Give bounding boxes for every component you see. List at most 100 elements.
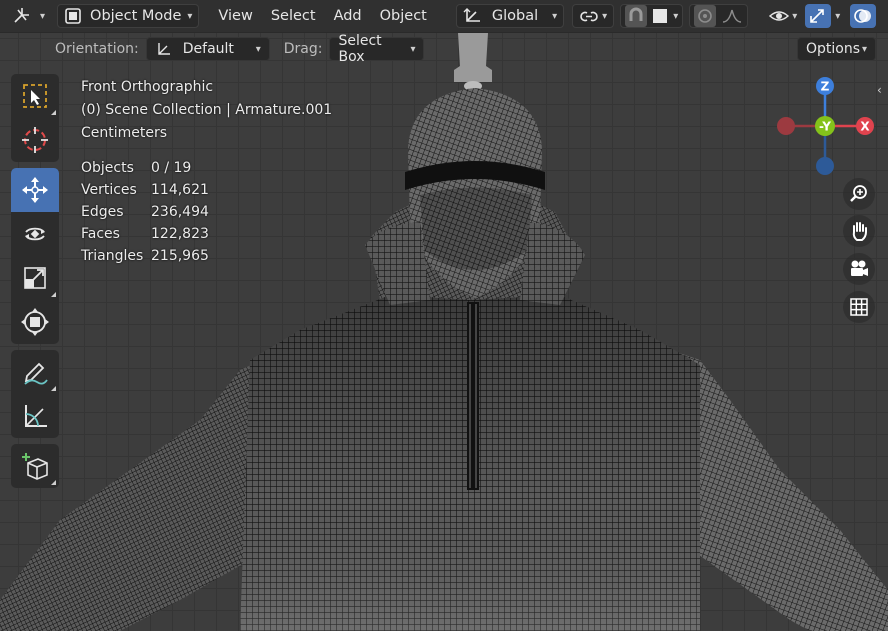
- transform-orientation-dropdown[interactable]: Global ▾: [455, 4, 565, 28]
- annotate-icon: [24, 362, 48, 385]
- orientation-dropdown-value: Default: [182, 41, 234, 57]
- zoom-button[interactable]: [843, 178, 875, 210]
- drag-dropdown[interactable]: Select Box ▾: [329, 33, 425, 65]
- stat-value: 114,621: [151, 182, 209, 198]
- gizmo-toggle[interactable]: [805, 4, 832, 28]
- stat-value: 236,494: [151, 204, 209, 220]
- stat-key: Faces: [81, 226, 120, 242]
- menu-view[interactable]: View: [209, 4, 261, 28]
- overlays-icon: [854, 9, 872, 23]
- stat-value: 0 / 19: [151, 160, 192, 176]
- measure-icon: [25, 405, 47, 427]
- tool-move[interactable]: [11, 168, 59, 212]
- menu-add[interactable]: Add: [325, 4, 371, 28]
- gizmo-y-label: -Y: [819, 120, 831, 134]
- chevron-down-icon: ▾: [255, 43, 261, 55]
- pan-button[interactable]: [843, 215, 875, 247]
- hand-icon: [852, 222, 867, 241]
- tool-rotate[interactable]: [11, 212, 59, 256]
- viewport-info: Front Orthographic (0) Scene Collection …: [81, 76, 332, 145]
- mode-dropdown[interactable]: Object Mode ▾: [57, 4, 200, 28]
- mode-label: Object Mode: [90, 8, 182, 24]
- gizmo-dropdown[interactable]: ▾: [831, 4, 844, 28]
- stat-key: Edges: [81, 204, 124, 220]
- menu-object[interactable]: Object: [371, 4, 436, 28]
- menu-select[interactable]: Select: [262, 4, 325, 28]
- scale-icon: [24, 267, 46, 289]
- tool-select-box[interactable]: [11, 74, 59, 118]
- stat-key: Triangles: [81, 248, 144, 264]
- stat-key: Objects: [81, 160, 134, 176]
- transform-icon: [21, 308, 49, 336]
- stat-value: 122,823: [151, 226, 209, 242]
- stat-row: Vertices 114,621: [81, 179, 209, 201]
- snap-magnet-icon[interactable]: [625, 5, 648, 27]
- object-mode-icon: [65, 8, 81, 24]
- scene-statistics: Objects 0 / 19 Vertices 114,621 Edges 236,4…: [81, 157, 209, 267]
- select-box-icon: [23, 84, 47, 108]
- stat-row: Faces 122,823: [81, 223, 209, 245]
- camera-icon: [851, 260, 868, 276]
- visibility-dropdown[interactable]: ▾: [762, 4, 803, 28]
- add-cube-icon: [22, 453, 48, 480]
- drag-label: Drag:: [283, 41, 323, 57]
- overlays-toggle[interactable]: [850, 4, 877, 28]
- tool-scale[interactable]: [11, 256, 59, 300]
- drag-dropdown-value: Select Box: [338, 33, 382, 65]
- tool-add-cube[interactable]: [11, 444, 59, 488]
- falloff-curve-icon[interactable]: [721, 7, 743, 25]
- view-name: Front Orthographic: [81, 79, 214, 95]
- chevron-down-icon: ▾: [552, 10, 558, 22]
- chevron-down-icon: ▾: [602, 10, 608, 22]
- tool-settings-bar: Orientation: Default ▾ Drag: Select Box …: [0, 33, 888, 65]
- stat-row: Objects 0 / 19: [81, 157, 209, 179]
- sidebar-toggle-icon[interactable]: ‹: [877, 83, 882, 97]
- orientation-value: Global: [491, 8, 539, 24]
- tool-cursor[interactable]: [11, 118, 59, 162]
- chevron-down-icon: ▾: [40, 10, 46, 22]
- orientation-icon: [463, 8, 480, 22]
- gizmo-z-label: Z: [821, 80, 830, 94]
- collection-info: (0) Scene Collection | Armature.001: [81, 102, 333, 118]
- orientation-dropdown[interactable]: Default ▾: [145, 37, 270, 61]
- pivot-point-dropdown[interactable]: ▾: [572, 4, 615, 28]
- tool-measure[interactable]: [11, 394, 59, 438]
- editor-type-button[interactable]: ▾: [6, 4, 51, 28]
- cursor-icon: [22, 127, 48, 153]
- options-label: Options: [806, 41, 861, 57]
- chevron-down-icon: ▾: [410, 43, 416, 55]
- chevron-down-icon: ▾: [792, 10, 798, 22]
- rotate-icon: [25, 227, 45, 241]
- viewport-header: ▾ Object Mode ▾ View Select Add Object G…: [0, 0, 888, 33]
- proportional-edit-icon[interactable]: [694, 5, 717, 27]
- snap-group[interactable]: ▾: [620, 4, 684, 28]
- stat-key: Vertices: [81, 182, 137, 198]
- zoom-icon: [850, 185, 867, 202]
- chevron-down-icon: ▾: [187, 10, 193, 22]
- options-dropdown[interactable]: Options ▾: [797, 37, 876, 61]
- stat-row: Edges 236,494: [81, 201, 209, 223]
- stat-row: Triangles 215,965: [81, 245, 209, 267]
- perspective-toggle-button[interactable]: [843, 291, 875, 323]
- link-icon: [580, 11, 598, 22]
- navigation-gizmo[interactable]: Z X -Y: [770, 74, 880, 178]
- camera-view-button[interactable]: [843, 253, 875, 285]
- eye-icon: [769, 11, 790, 21]
- gizmo-icon: [810, 9, 825, 23]
- chevron-down-icon: ▾: [861, 43, 867, 55]
- gizmo-neg-z[interactable]: [816, 157, 834, 175]
- stat-value: 215,965: [151, 248, 209, 264]
- 3d-viewport[interactable]: ▾ Object Mode ▾ View Select Add Object G…: [0, 0, 888, 631]
- gizmo-x-label: X: [860, 120, 870, 134]
- more-tools-indicator: [51, 480, 56, 485]
- toolbar: [11, 74, 59, 494]
- grid-icon: [850, 298, 868, 316]
- more-tools-indicator: [51, 386, 56, 391]
- tool-annotate[interactable]: [11, 350, 59, 394]
- axis-gizmo-icon: [14, 8, 29, 23]
- gizmo-neg-x[interactable]: [777, 117, 795, 135]
- snap-element-icon[interactable]: [653, 9, 668, 23]
- chevron-down-icon: ▾: [673, 10, 679, 22]
- proportional-edit-group[interactable]: [689, 4, 749, 28]
- tool-transform[interactable]: [11, 300, 59, 344]
